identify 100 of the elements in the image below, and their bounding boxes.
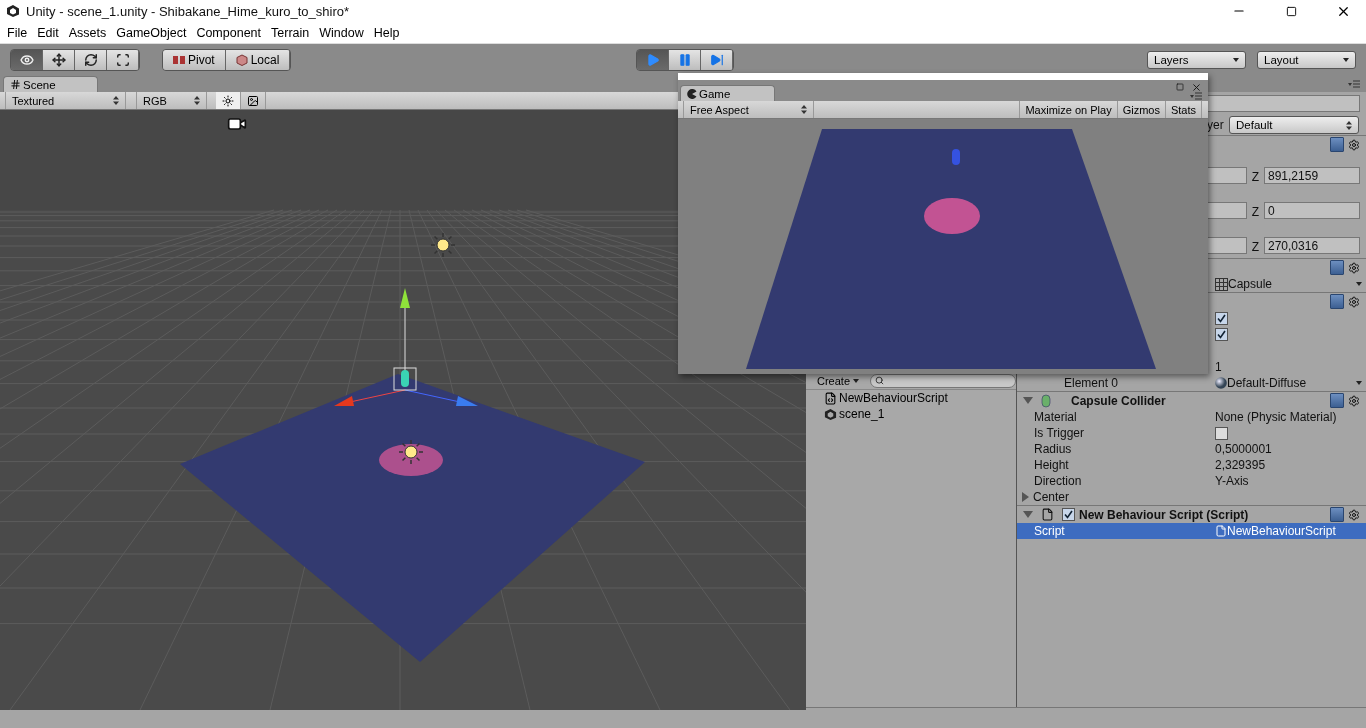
asset-item[interactable]: scene_1 xyxy=(806,406,1016,422)
window-title: Unity - scene_1.unity - Shibakane_Hime_kuro_to_shiro* xyxy=(26,3,350,19)
help-icon[interactable] xyxy=(1330,137,1344,152)
menu-item[interactable]: GameObject xyxy=(111,22,192,43)
foldout-arrow-icon[interactable] xyxy=(1022,492,1029,502)
search-icon xyxy=(875,376,885,385)
property-value: None (Physic Material) xyxy=(1215,410,1337,424)
maximize-icon[interactable] xyxy=(1176,83,1184,91)
updown-arrows-icon xyxy=(194,96,200,105)
checkbox[interactable] xyxy=(1215,426,1228,440)
local-button[interactable]: Local xyxy=(225,50,291,70)
play-button[interactable] xyxy=(637,50,670,70)
updown-arrows-icon xyxy=(1346,120,1352,130)
rotate-icon xyxy=(83,53,98,67)
sun-icon xyxy=(222,94,234,107)
property-row[interactable]: Is Trigger xyxy=(1017,425,1366,441)
property-label: Element 0 xyxy=(1064,375,1120,390)
property-label: Direction xyxy=(1034,474,1083,488)
property-value: 0,5000001 xyxy=(1215,442,1272,456)
mesh-icon xyxy=(1215,277,1228,291)
axis-label: Z xyxy=(1250,170,1261,184)
checkbox[interactable] xyxy=(1215,311,1228,325)
asset-item[interactable]: NewBehaviourScript xyxy=(806,390,1016,406)
settings-icon[interactable] xyxy=(1348,295,1360,308)
grid-icon xyxy=(10,79,21,90)
close-icon[interactable] xyxy=(1191,82,1202,93)
property-row[interactable]: Direction Y-Axis xyxy=(1017,473,1366,489)
help-icon[interactable] xyxy=(1330,294,1344,309)
game-tab[interactable]: Game xyxy=(680,85,775,101)
menu-item[interactable]: File xyxy=(2,22,33,43)
property-row[interactable]: Element 0 Default-Diffuse xyxy=(1017,374,1366,391)
pivot-button[interactable]: Pivot xyxy=(163,50,226,70)
menu-item[interactable]: Terrain xyxy=(266,22,315,43)
help-icon[interactable] xyxy=(1330,393,1344,408)
toggle-button[interactable]: Stats xyxy=(1164,101,1201,118)
layer-dropdown[interactable]: Default xyxy=(1229,116,1359,134)
step-icon xyxy=(709,53,724,67)
property-row[interactable]: Script NewBehaviourScript xyxy=(1017,523,1366,539)
pause-button[interactable] xyxy=(669,50,702,70)
foldout-arrow-icon[interactable] xyxy=(1023,397,1033,404)
property-row[interactable]: Radius 0,5000001 xyxy=(1017,441,1366,457)
settings-icon[interactable] xyxy=(1348,508,1360,521)
move-tool-button[interactable] xyxy=(43,50,75,70)
help-icon[interactable] xyxy=(1330,260,1344,275)
property-row[interactable]: Center xyxy=(1017,489,1366,505)
light-glow xyxy=(924,198,980,234)
scale-tool-button[interactable] xyxy=(107,50,139,70)
menu-item[interactable]: Assets xyxy=(63,22,112,43)
property-label: Material xyxy=(1034,410,1078,424)
menu-item[interactable]: Component xyxy=(191,22,266,43)
step-button[interactable] xyxy=(701,50,734,70)
panel-menu-icon[interactable] xyxy=(1348,80,1360,88)
value-field[interactable] xyxy=(1207,202,1247,219)
script-icon xyxy=(1215,525,1227,537)
value-field[interactable]: 0 xyxy=(1264,202,1360,219)
layout-dropdown[interactable]: Layout xyxy=(1257,51,1356,69)
view-icon xyxy=(19,53,34,67)
menu-item[interactable]: Edit xyxy=(32,22,64,43)
light-icon xyxy=(398,439,424,465)
channel-dropdown[interactable]: RGB xyxy=(136,92,207,109)
settings-icon[interactable] xyxy=(1348,394,1360,407)
menu-item[interactable]: Help xyxy=(368,22,405,43)
enable-checkbox[interactable] xyxy=(1062,508,1075,521)
settings-icon[interactable] xyxy=(1348,138,1360,151)
menu-item[interactable]: Window xyxy=(314,22,369,43)
aspect-dropdown[interactable]: Free Aspect xyxy=(683,101,814,118)
property-row[interactable]: Material None (Physic Material) xyxy=(1017,409,1366,425)
property-label: Is Trigger xyxy=(1034,426,1085,440)
render-mode-dropdown[interactable]: Textured xyxy=(5,92,126,109)
sphere-icon xyxy=(1215,376,1227,389)
mesh-value: Capsule xyxy=(1228,277,1273,291)
lighting-toggle[interactable] xyxy=(216,92,241,109)
panel-menu-icon[interactable] xyxy=(1190,92,1202,100)
property-label: Height xyxy=(1034,458,1070,472)
scene-tab[interactable]: Scene xyxy=(3,76,98,92)
pivot-icon xyxy=(173,55,185,65)
rotate-tool-button[interactable] xyxy=(75,50,107,70)
light-icon xyxy=(430,232,456,258)
view-tool-button[interactable] xyxy=(11,50,43,70)
component-title: New Behaviour Script (Script) xyxy=(1079,507,1249,522)
pause-icon xyxy=(677,53,692,67)
property-row[interactable]: Height 2,329395 xyxy=(1017,457,1366,473)
name-field[interactable] xyxy=(1207,95,1360,112)
settings-icon[interactable] xyxy=(1348,261,1360,274)
create-dropdown[interactable]: Create xyxy=(814,374,863,387)
check-icon xyxy=(1064,510,1073,519)
value-field[interactable] xyxy=(1207,167,1247,184)
size-value: 1 xyxy=(1215,360,1222,374)
layers-dropdown[interactable]: Layers xyxy=(1147,51,1246,69)
help-icon[interactable] xyxy=(1330,507,1344,522)
property-label: Script xyxy=(1034,524,1066,538)
updown-arrows-icon xyxy=(801,105,807,114)
value-field[interactable]: 891,2159 xyxy=(1264,167,1360,184)
value-field[interactable] xyxy=(1207,237,1247,254)
toggle-button[interactable]: Maximize on Play xyxy=(1019,101,1117,118)
checkbox[interactable] xyxy=(1215,327,1228,341)
image-icon xyxy=(247,94,259,107)
property-value: NewBehaviourScript xyxy=(1227,524,1336,538)
toggle-button[interactable]: Gizmos xyxy=(1116,101,1165,118)
value-field[interactable]: 270,0316 xyxy=(1264,237,1360,254)
